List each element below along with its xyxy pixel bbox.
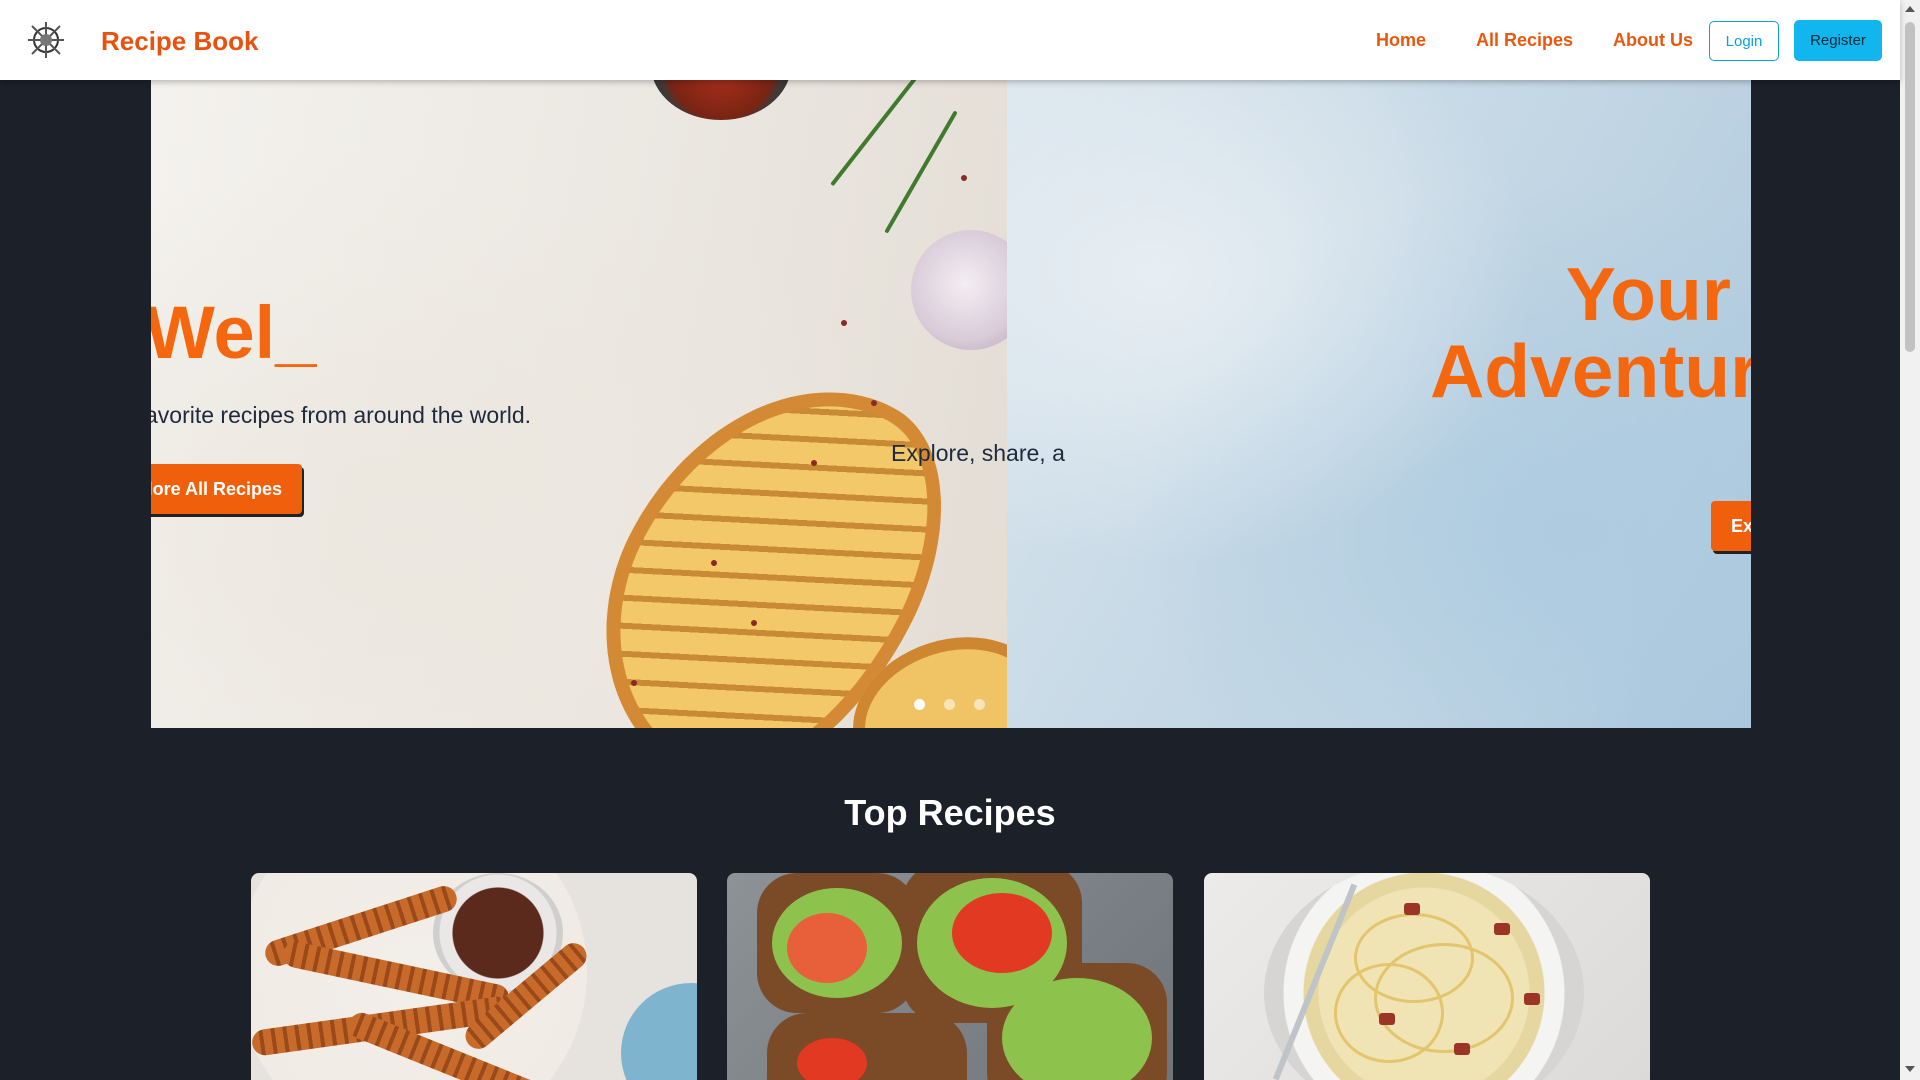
spice-speck xyxy=(811,460,817,466)
spice-speck xyxy=(711,560,717,566)
nav-link-about-us[interactable]: About Us xyxy=(1613,30,1693,51)
spice-speck xyxy=(631,680,637,686)
tomato-image xyxy=(952,893,1052,973)
hero-subtitle: avorite recipes from around the world. xyxy=(151,402,532,428)
carousel-dot-3[interactable] xyxy=(974,699,985,710)
spice-speck xyxy=(961,175,967,181)
explore-all-recipes-button[interactable]: plore All Recipes xyxy=(151,464,302,514)
scroll-up-arrow-icon[interactable] xyxy=(1905,6,1915,12)
spice-speck xyxy=(871,400,877,406)
hero-carousel[interactable]: Wel_ avorite recipes from around the wor… xyxy=(151,80,1751,728)
bacon-bit xyxy=(1454,1043,1470,1055)
explore-button-2[interactable]: Ex xyxy=(1711,501,1751,551)
bacon-bit xyxy=(1494,923,1510,935)
page-scrollbar[interactable] xyxy=(1900,0,1920,1080)
hero-title-2-line-1: Your xyxy=(1565,252,1731,336)
toast-image xyxy=(767,1013,967,1080)
hero-title-2: Your Adventure xyxy=(1430,256,1751,410)
scroll-down-arrow-icon[interactable] xyxy=(1905,1066,1915,1072)
blue-plate-image xyxy=(621,983,697,1080)
recipe-card-avocado-toast[interactable] xyxy=(727,873,1173,1080)
register-button[interactable]: Register xyxy=(1794,20,1882,61)
hero-title: Wel_ xyxy=(151,291,317,374)
sauce-bowl-image xyxy=(651,80,791,120)
carousel-dot-1[interactable] xyxy=(914,699,925,710)
rosemary-image xyxy=(884,110,958,234)
carousel-dots xyxy=(914,699,985,710)
recipe-book-logo-icon[interactable] xyxy=(26,20,66,60)
hero-subtitle-2: Explore, share, a xyxy=(891,440,1065,466)
scroll-thumb[interactable] xyxy=(1905,22,1915,352)
top-recipes-heading: Top Recipes xyxy=(844,792,1056,833)
navbar: Recipe Book Home All Recipes About Us Lo… xyxy=(0,0,1900,80)
rosemary-image xyxy=(830,80,932,187)
recipe-card-churros[interactable] xyxy=(251,873,697,1080)
bacon-bit xyxy=(1404,903,1420,915)
bacon-bit xyxy=(1524,993,1540,1005)
nav-link-home[interactable]: Home xyxy=(1376,30,1426,51)
brand-title[interactable]: Recipe Book xyxy=(101,26,259,57)
tomato-image xyxy=(797,1038,867,1080)
recipe-card-carbonara[interactable] xyxy=(1204,873,1650,1080)
garlic-image xyxy=(911,230,1007,350)
spice-speck xyxy=(751,620,757,626)
bacon-bit xyxy=(1379,1013,1395,1025)
hero-title-2-line-2: Adventure xyxy=(1430,329,1751,413)
nav-link-all-recipes[interactable]: All Recipes xyxy=(1476,30,1573,51)
login-button[interactable]: Login xyxy=(1709,21,1779,61)
carousel-dot-2[interactable] xyxy=(944,699,955,710)
spice-speck xyxy=(841,320,847,326)
salmon-image xyxy=(787,913,867,983)
